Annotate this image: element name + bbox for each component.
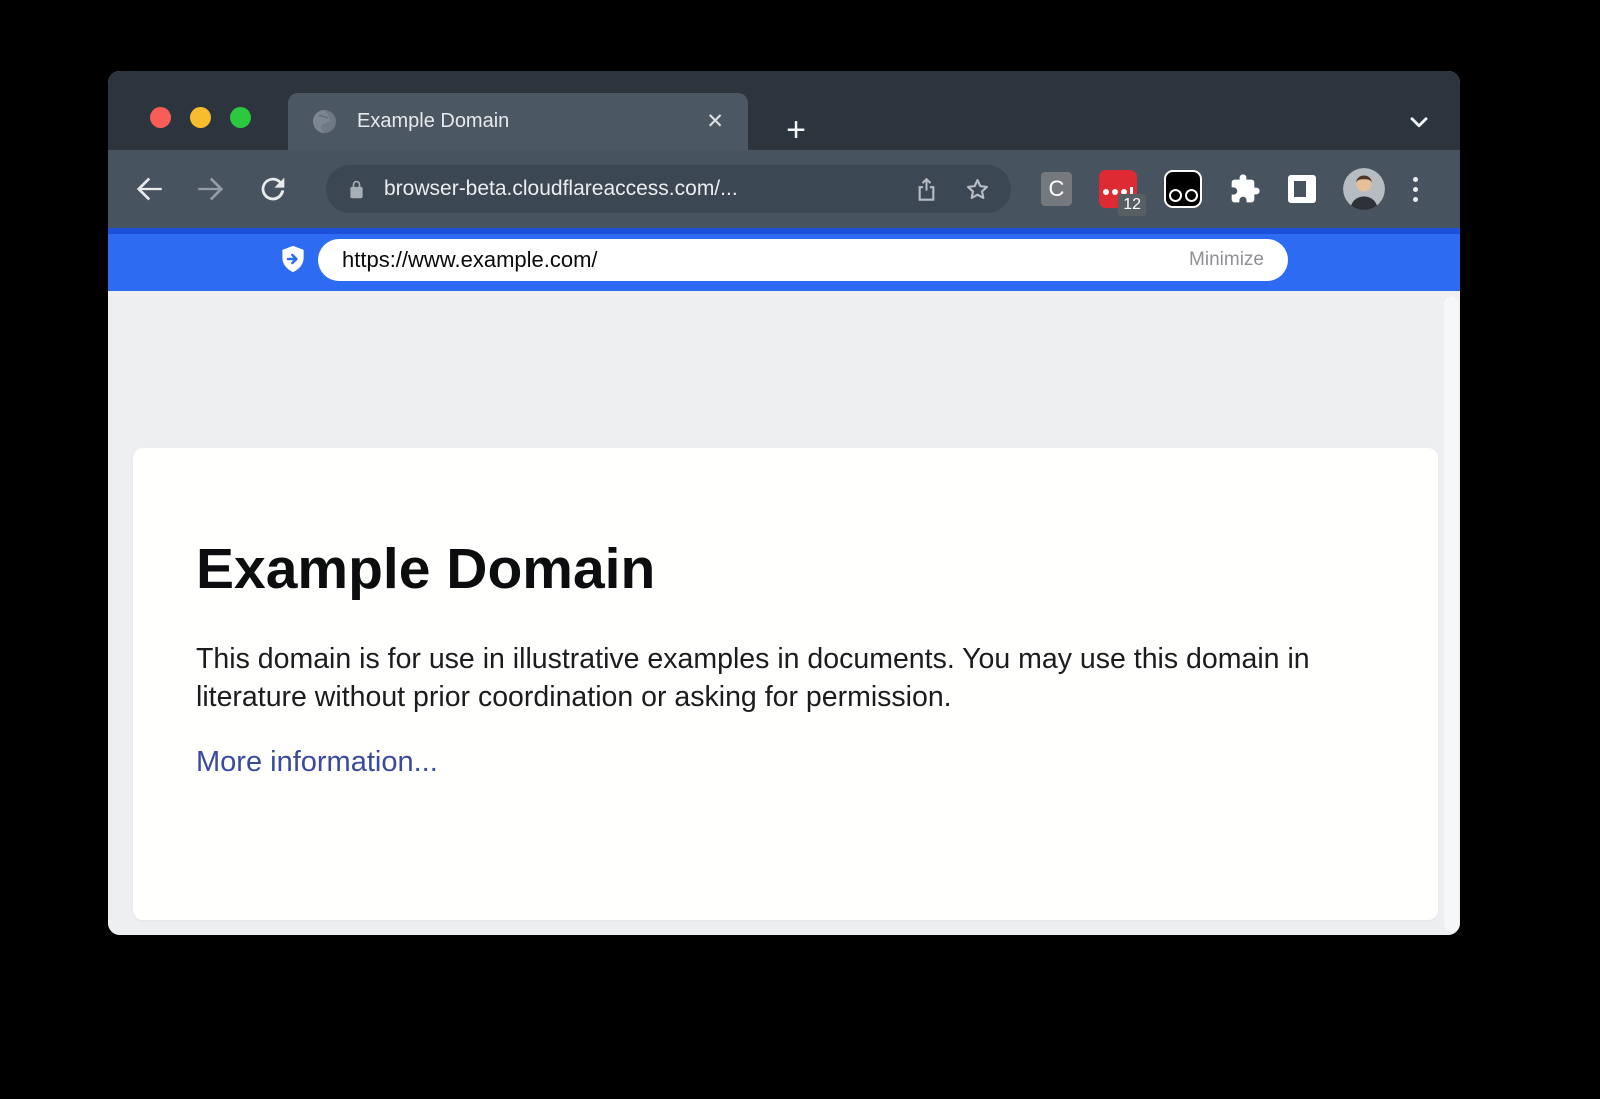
tab-strip: Example Domain ✕ +: [108, 71, 1460, 150]
more-information-link[interactable]: More information...: [196, 746, 438, 779]
extension-badge: 12: [1118, 194, 1146, 216]
lock-icon[interactable]: [346, 179, 367, 200]
share-icon[interactable]: [913, 176, 940, 203]
zoom-window-button[interactable]: [230, 107, 251, 128]
new-tab-button[interactable]: +: [776, 111, 816, 151]
red-dots-extension-icon[interactable]: 12: [1099, 170, 1137, 208]
tab-example-domain[interactable]: Example Domain ✕: [288, 93, 748, 150]
reload-icon[interactable]: [256, 172, 290, 206]
black-rings-extension-icon[interactable]: [1164, 170, 1202, 208]
bookmark-star-icon[interactable]: [964, 176, 991, 203]
tab-close-icon[interactable]: ✕: [702, 107, 728, 136]
address-url-text: browser-beta.cloudflareaccess.com/...: [384, 177, 889, 201]
page-paragraph: This domain is for use in illustrative e…: [196, 640, 1346, 716]
minimize-button[interactable]: Minimize: [1189, 249, 1264, 271]
isolation-shield-icon: [278, 244, 308, 274]
page-title: Example Domain: [196, 536, 1378, 602]
globe-favicon-icon: [312, 109, 337, 134]
vertical-scrollbar[interactable]: [1443, 296, 1459, 932]
address-bar[interactable]: browser-beta.cloudflareaccess.com/...: [326, 165, 1011, 213]
page-viewport: Example Domain This domain is for use in…: [108, 291, 1460, 935]
tab-title: Example Domain: [357, 110, 702, 133]
forward-icon[interactable]: [194, 172, 228, 206]
browser-window: Example Domain ✕ + browser-beta.cloudfla…: [108, 71, 1460, 935]
side-panel-icon[interactable]: [1288, 175, 1316, 203]
isolation-address-input[interactable]: https://www.example.com/ Minimize: [318, 239, 1288, 281]
tab-search-chevron-icon[interactable]: [1406, 109, 1432, 135]
traffic-lights: [150, 107, 251, 128]
close-window-button[interactable]: [150, 107, 171, 128]
browser-menu-icon[interactable]: [1409, 173, 1422, 206]
minimize-window-button[interactable]: [190, 107, 211, 128]
extension-cluster: C 12: [1041, 168, 1385, 210]
back-icon[interactable]: [132, 172, 166, 206]
profile-avatar[interactable]: [1343, 168, 1385, 210]
isolation-url-text: https://www.example.com/: [342, 247, 1189, 273]
c-extension-icon[interactable]: C: [1041, 172, 1072, 206]
content-card: Example Domain This domain is for use in…: [133, 448, 1438, 920]
isolation-bar: https://www.example.com/ Minimize: [108, 228, 1460, 291]
extensions-puzzle-icon[interactable]: [1229, 173, 1261, 205]
browser-toolbar: browser-beta.cloudflareaccess.com/... C …: [108, 150, 1460, 228]
